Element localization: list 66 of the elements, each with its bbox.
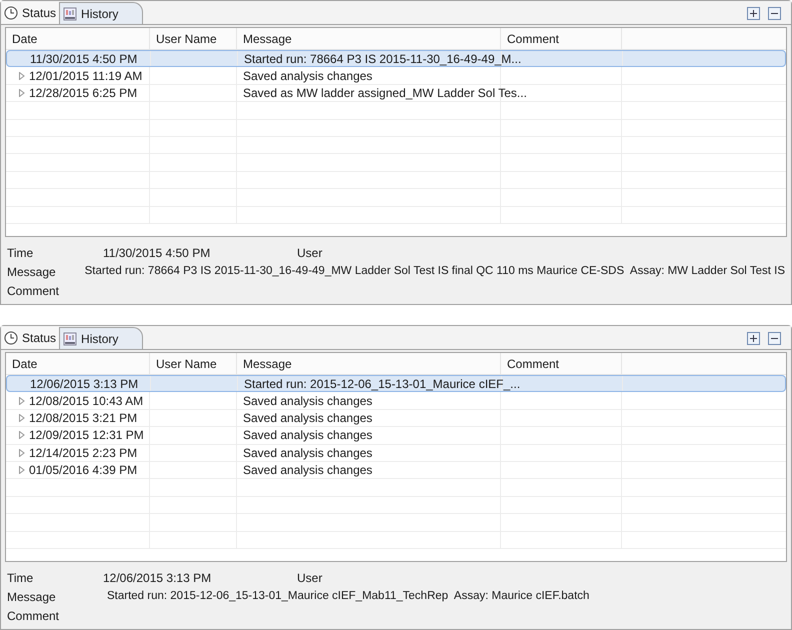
minimize-icon[interactable] — [768, 332, 781, 345]
comment-label: Comment — [7, 282, 60, 300]
message-cell-text: Saved analysis changes — [243, 462, 372, 480]
tab[interactable]: Status — [1, 2, 60, 24]
clock-icon — [4, 331, 18, 345]
date-cell-text: 11/30/2015 4:50 PM — [30, 50, 138, 68]
date-cell-text: 01/05/2016 4:39 PM — [29, 462, 138, 480]
minimize-icon[interactable] — [768, 7, 781, 20]
column-header[interactable]: Date — [6, 353, 150, 374]
date-cell-text: 12/09/2015 12:31 PM — [29, 427, 144, 444]
column-header[interactable]: Message — [237, 28, 501, 49]
column-header[interactable]: Date — [6, 28, 150, 49]
tab[interactable]: History — [59, 327, 144, 349]
table-row[interactable]: 12/14/2015 2:23 PM Saved analysis changes — [6, 444, 786, 462]
table-row[interactable]: 01/05/2016 4:39 PM Saved analysis changes — [6, 462, 786, 480]
tab[interactable]: History — [59, 2, 144, 24]
message-cell-text: Saved as MW ladder assigned_MW Ladder Sol Tes... — [243, 84, 527, 102]
table-row[interactable]: 12/09/2015 12:31 PM Saved analysis changes — [6, 427, 786, 445]
message-cell-text: Saved analysis changes — [243, 392, 372, 410]
date-cell-text: 12/01/2015 11:19 AM — [29, 68, 142, 85]
message-cell-text: Saved analysis changes — [243, 410, 372, 427]
maximize-icon[interactable] — [747, 7, 760, 20]
clock-icon — [4, 6, 18, 20]
column-header[interactable]: User Name — [150, 28, 237, 49]
message-cell-text: Saved analysis changes — [243, 68, 372, 85]
comment-label: Comment — [7, 608, 60, 624]
message-cell-text: Started run: 2015-12-06_15-13-01_Maurice cIEF_... — [244, 376, 520, 393]
date-cell-text: 12/08/2015 3:21 PM — [29, 410, 138, 427]
message-cell-text: Saved analysis changes — [243, 444, 372, 462]
message-value: Started run: 2015-12-06_15-13-01_Maurice cIEF_Mab11_TechRep Assay: Maurice cIEF.batch — [107, 588, 590, 604]
user-label: User — [297, 570, 322, 586]
date-cell-text: 12/08/2015 10:43 AM — [29, 392, 144, 410]
expand-arrow-icon[interactable] — [19, 414, 25, 422]
table-row[interactable]: 12/01/2015 11:19 AM Saved analysis changes — [6, 67, 786, 85]
message-label: Message — [7, 264, 57, 280]
table-row[interactable]: 12/28/2015 6:25 PM Saved as MW ladder assigned_MW Ladder Sol Tes... — [6, 84, 786, 102]
table-row[interactable]: 12/06/2015 3:13 PM Started run: 2015-12-06_15-13-01_Maurice cIEF_... — [6, 375, 786, 392]
message-value: Started run: 78664 P3 IS 2015-11-30_16-49-49_MW Ladder Sol Test IS final QC 110 ms Maurice CE-SDS Assay: MW Ladder Sol Test IS — [84, 264, 785, 279]
maximize-icon[interactable] — [747, 332, 760, 345]
date-cell-text: 12/28/2015 6:25 PM — [29, 84, 138, 102]
message-cell-text: Saved analysis changes — [243, 427, 372, 444]
report-icon — [63, 6, 78, 20]
expand-arrow-icon[interactable] — [19, 88, 25, 97]
expand-arrow-icon[interactable] — [19, 431, 25, 440]
time-value: 11/30/2015 4:50 PM — [103, 244, 212, 262]
tab[interactable]: Status — [1, 327, 60, 349]
time-label: Time — [7, 244, 34, 262]
expand-arrow-icon[interactable] — [19, 466, 25, 474]
expand-arrow-icon[interactable] — [19, 396, 25, 405]
column-header[interactable]: Comment — [501, 28, 622, 49]
date-cell-text: 12/06/2015 3:13 PM — [30, 376, 138, 393]
table-row[interactable]: 12/08/2015 3:21 PM Saved analysis changes — [6, 410, 786, 428]
table-row[interactable]: 12/08/2015 10:43 AM Saved analysis changes — [6, 392, 786, 410]
column-header[interactable]: Comment — [501, 353, 622, 374]
column-header[interactable]: Message — [237, 353, 501, 374]
date-cell-text: 12/14/2015 2:23 PM — [29, 444, 138, 462]
time-label: Time — [7, 570, 34, 586]
time-value: 12/06/2015 3:13 PM — [103, 570, 212, 586]
expand-arrow-icon[interactable] — [19, 72, 25, 80]
message-cell-text: Started run: 78664 P3 IS 2015-11-30_16-49-49_M... — [244, 50, 522, 68]
message-label: Message — [7, 588, 57, 606]
report-icon — [63, 332, 78, 346]
column-header[interactable]: User Name — [150, 353, 237, 374]
table-row[interactable]: 11/30/2015 4:50 PM Started run: 78664 P3 IS 2015-11-30_16-49-49_M... — [6, 50, 786, 68]
user-label: User — [297, 244, 322, 262]
expand-arrow-icon[interactable] — [19, 448, 25, 457]
